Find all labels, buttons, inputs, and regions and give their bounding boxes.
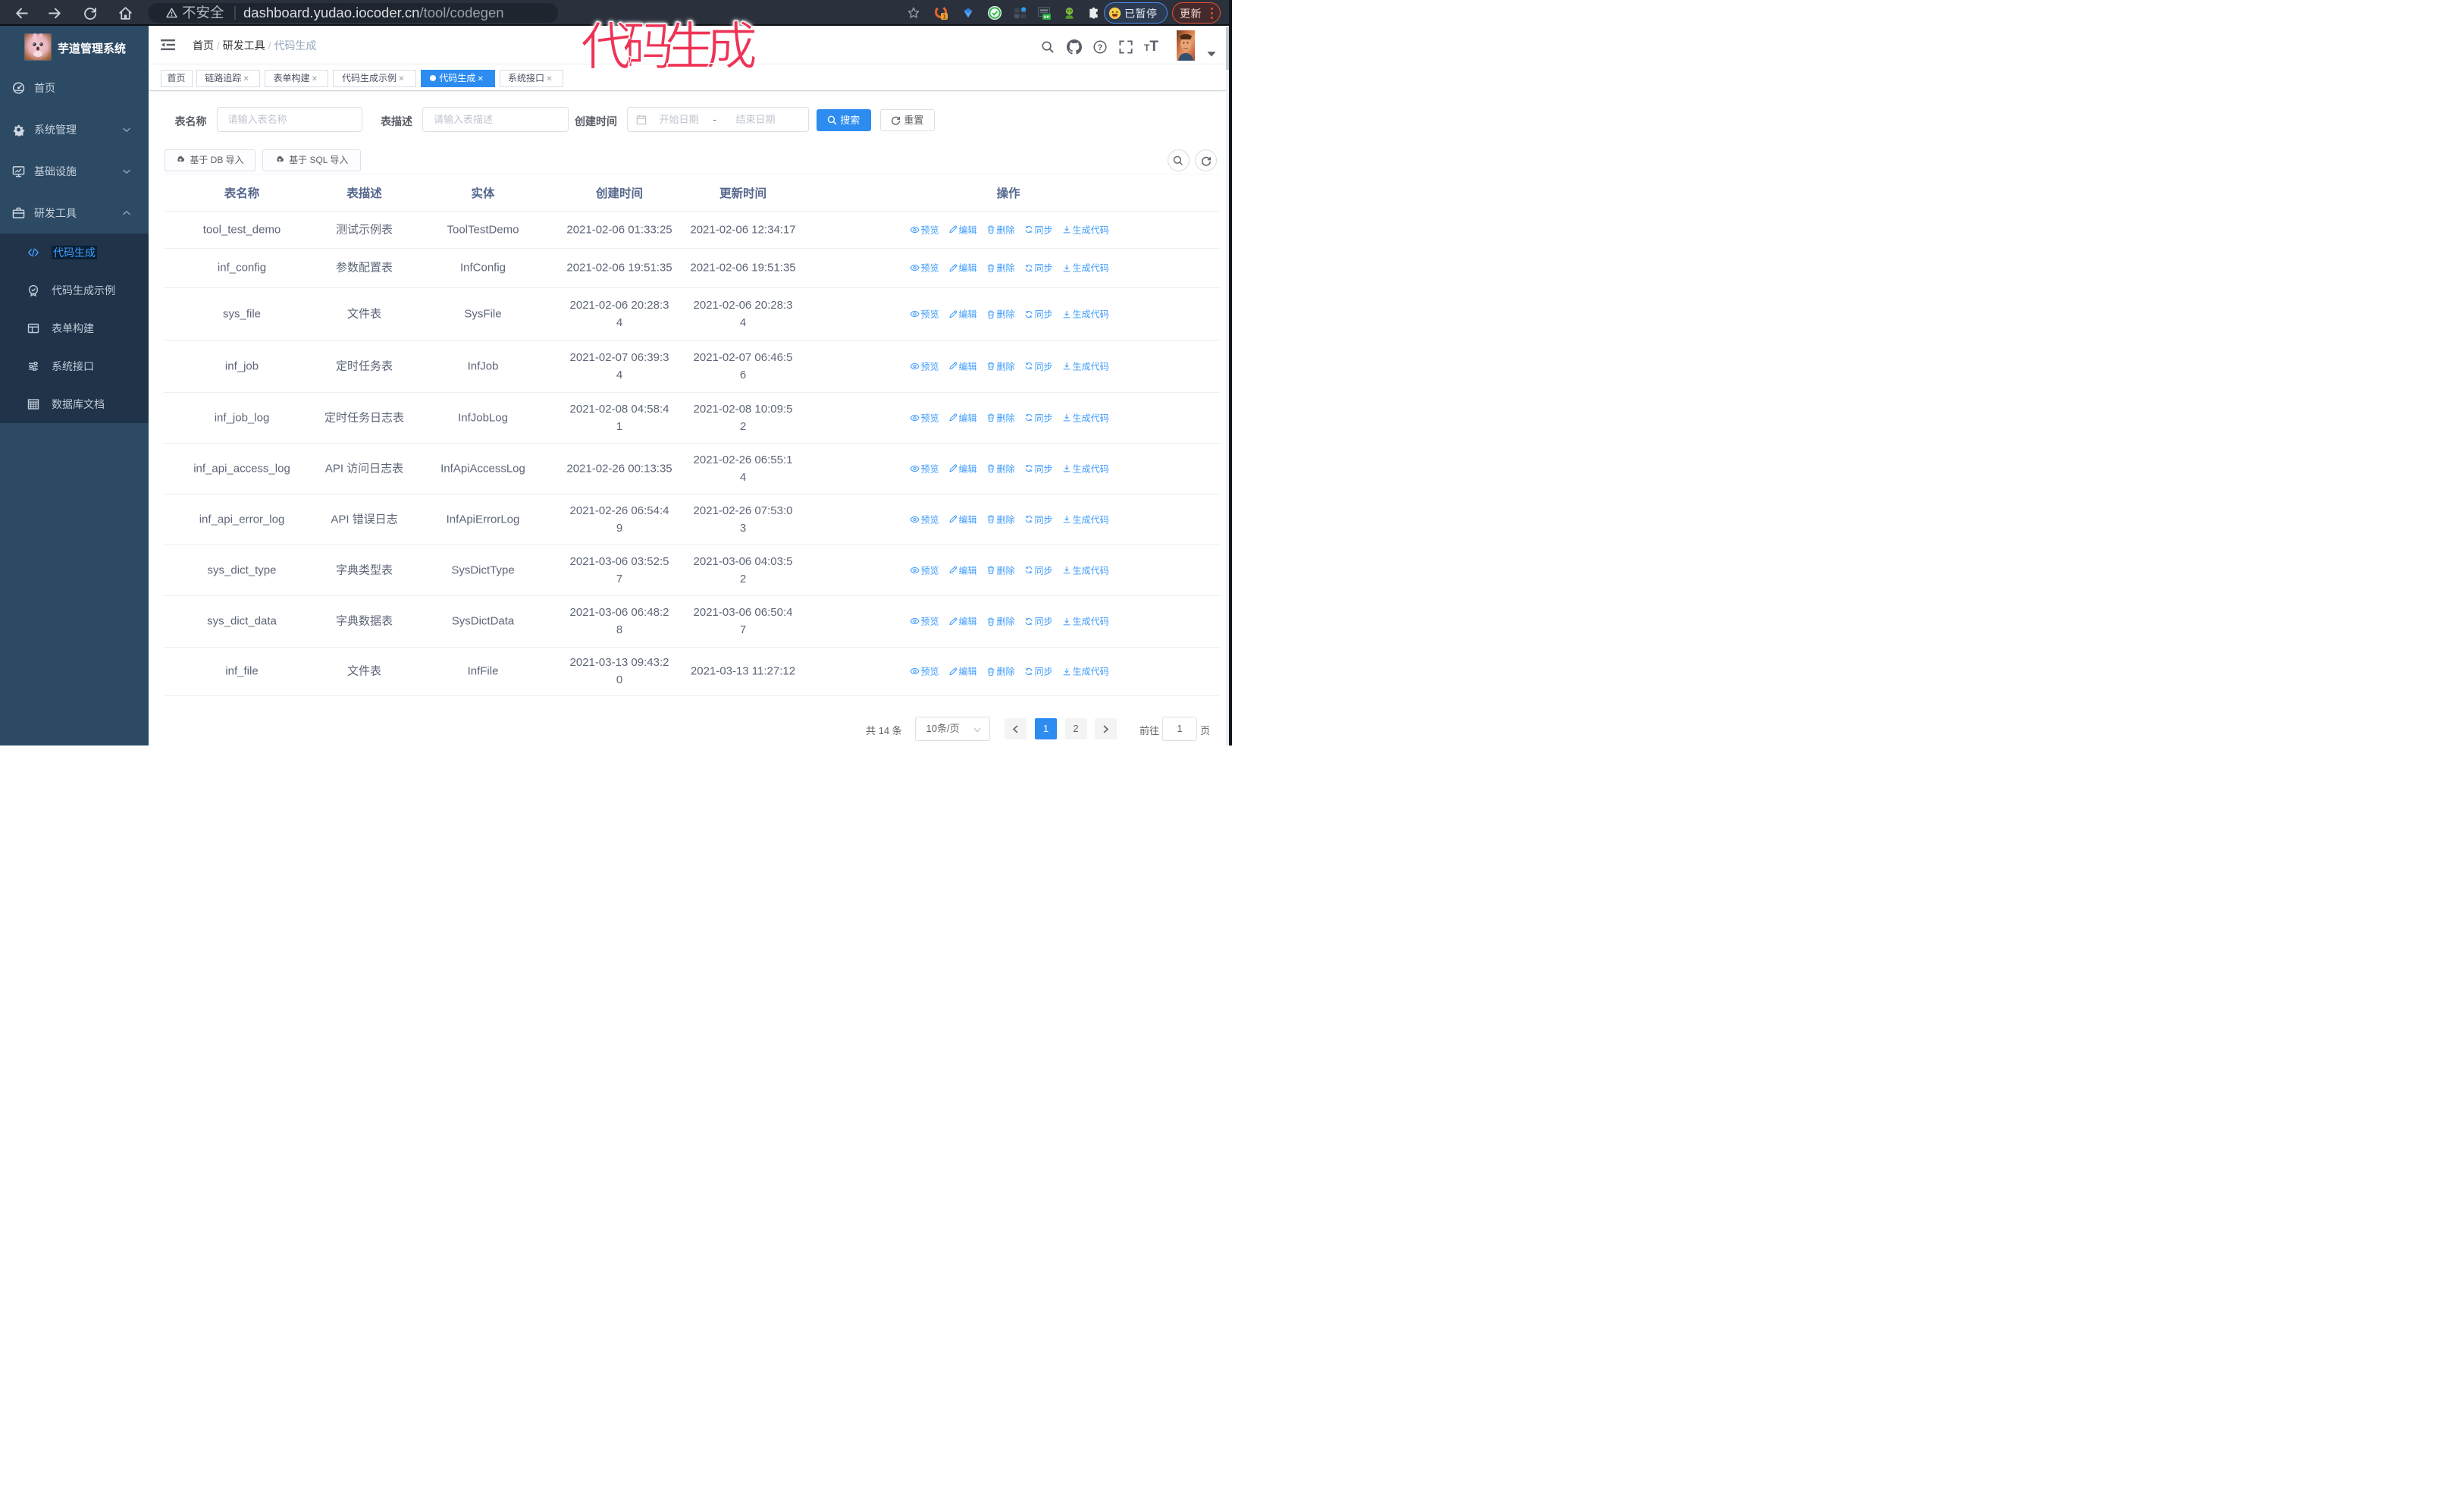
svg-text:1: 1 [942,13,946,20]
svg-text:?: ? [1098,43,1103,52]
svg-text:on: on [1044,14,1050,20]
